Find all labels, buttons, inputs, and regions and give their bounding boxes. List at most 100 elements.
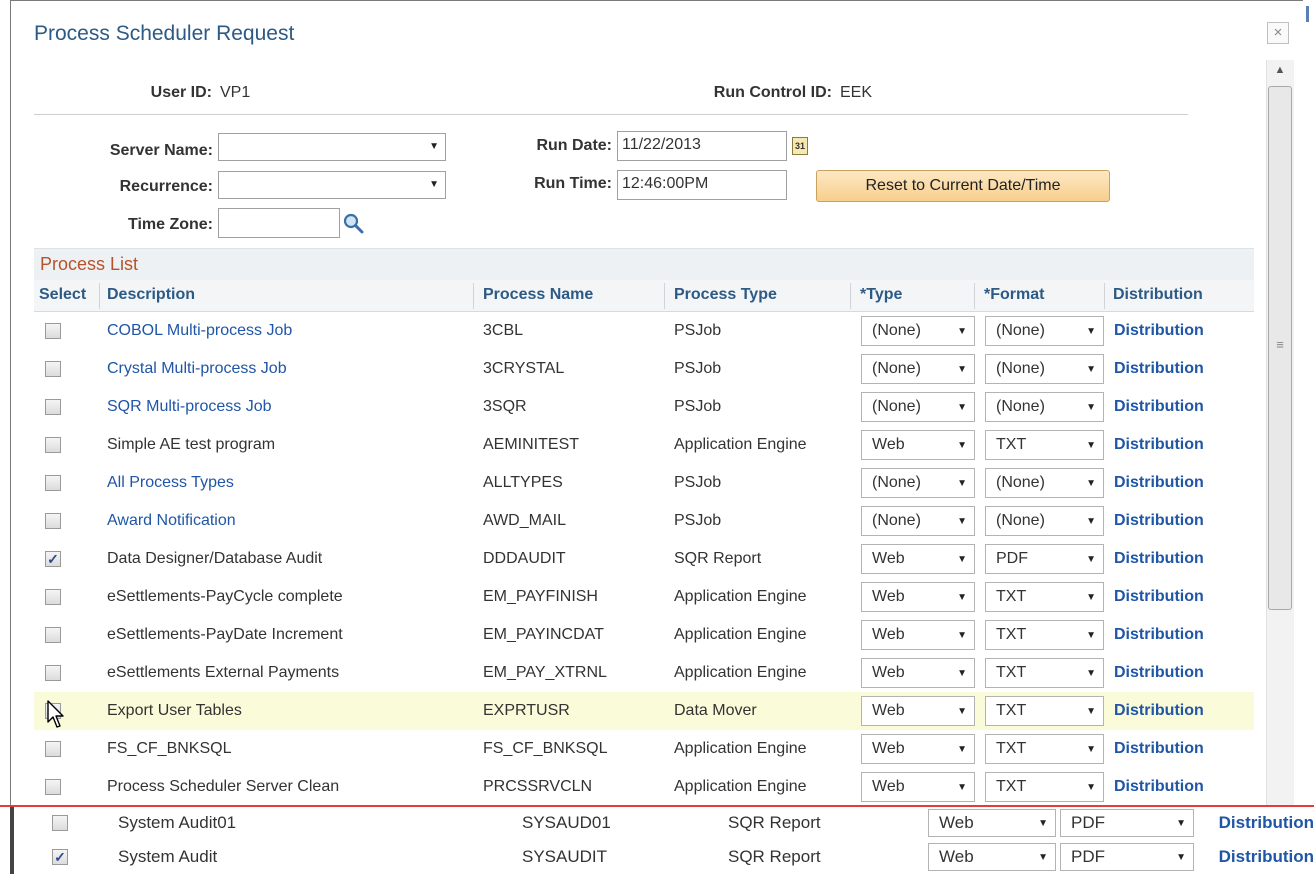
type-value: (None) (872, 398, 921, 415)
recurrence-select[interactable]: ▼ (218, 171, 446, 199)
format-value: PDF (996, 550, 1028, 567)
time-zone-input[interactable] (218, 208, 340, 238)
reset-to-current-date-time-button[interactable]: Reset to Current Date/Time (816, 170, 1110, 202)
distribution-link[interactable]: Distribution (1114, 322, 1204, 340)
type-select[interactable]: (None) ▼ (861, 316, 975, 346)
type-select[interactable]: Web ▼ (861, 734, 975, 764)
table-row: Award Notification AWD_MAIL PSJob (None) ▼ (N… (34, 502, 1254, 540)
process-description-link[interactable]: Crystal Multi-process Job (107, 360, 287, 378)
select-checkbox[interactable] (45, 589, 61, 605)
format-select[interactable]: (None) ▼ (985, 354, 1104, 384)
type-select[interactable]: (None) ▼ (861, 392, 975, 422)
column-process-name[interactable]: Process Name (483, 286, 593, 304)
distribution-link[interactable]: Distribution (1114, 360, 1204, 378)
format-select[interactable]: TXT ▼ (985, 772, 1104, 802)
distribution-link[interactable]: Distribution (1114, 512, 1204, 530)
mouse-cursor-icon (46, 700, 68, 735)
distribution-link[interactable]: Distribution (1114, 778, 1204, 796)
select-checkbox[interactable] (45, 665, 61, 681)
table-row: Simple AE test program AEMINITEST Applicat… (34, 426, 1254, 464)
process-type: PSJob (674, 512, 722, 529)
process-description-link[interactable]: Award Notification (107, 512, 236, 530)
select-checkbox[interactable] (45, 323, 61, 339)
close-button[interactable]: × (1267, 22, 1289, 44)
chevron-down-icon: ▼ (1086, 554, 1096, 565)
column-description[interactable]: Description (107, 286, 195, 304)
type-select[interactable]: Web ▼ (861, 620, 975, 650)
column-select: Select (39, 286, 87, 303)
format-select[interactable]: (None) ▼ (985, 506, 1104, 536)
format-select[interactable]: TXT ▼ (985, 582, 1104, 612)
type-select[interactable]: (None) ▼ (861, 354, 975, 384)
select-checkbox[interactable] (45, 627, 61, 643)
calendar-icon[interactable]: 31 (792, 137, 808, 155)
select-checkbox[interactable] (45, 437, 61, 453)
column-separator (1104, 283, 1105, 309)
format-select[interactable]: PDF ▼ (985, 544, 1104, 574)
format-select[interactable]: TXT ▼ (985, 620, 1104, 650)
format-select[interactable]: (None) ▼ (985, 392, 1104, 422)
chevron-down-icon: ▼ (957, 326, 967, 337)
distribution-link[interactable]: Distribution (1114, 702, 1204, 720)
type-select[interactable]: Web ▼ (861, 544, 975, 574)
distribution-link[interactable]: Distribution (1219, 847, 1314, 867)
format-select[interactable]: PDF ▼ (1060, 809, 1194, 837)
select-checkbox[interactable] (45, 361, 61, 377)
distribution-link[interactable]: Distribution (1114, 626, 1204, 644)
server-name-label: Server Name: (109, 142, 213, 159)
select-checkbox[interactable] (45, 399, 61, 415)
select-checkbox[interactable] (45, 779, 61, 795)
process-description: eSettlements-PayCycle complete (107, 588, 343, 605)
run-control-id-label: Run Control ID: (713, 84, 832, 101)
type-select[interactable]: (None) ▼ (861, 506, 975, 536)
select-checkbox[interactable]: ✓ (52, 849, 68, 865)
format-select[interactable]: PDF ▼ (1060, 843, 1194, 871)
process-description-link[interactable]: COBOL Multi-process Job (107, 322, 292, 340)
select-checkbox[interactable] (45, 741, 61, 757)
format-select[interactable]: TXT ▼ (985, 658, 1104, 688)
format-select[interactable]: (None) ▼ (985, 468, 1104, 498)
distribution-link[interactable]: Distribution (1114, 664, 1204, 682)
type-select[interactable]: Web ▼ (928, 843, 1056, 871)
process-description: Data Designer/Database Audit (107, 550, 323, 567)
run-date-input[interactable]: 11/22/2013 (617, 131, 787, 161)
type-select[interactable]: Web ▼ (861, 430, 975, 460)
table-row: Crystal Multi-process Job 3CRYSTAL PSJob (N… (34, 350, 1254, 388)
distribution-link[interactable]: Distribution (1114, 474, 1204, 492)
distribution-link[interactable]: Distribution (1114, 398, 1204, 416)
column-process-type[interactable]: Process Type (674, 286, 777, 304)
format-select[interactable]: TXT ▼ (985, 430, 1104, 460)
type-select[interactable]: Web ▼ (928, 809, 1056, 837)
process-name: SYSAUD01 (522, 813, 611, 832)
format-select[interactable]: TXT ▼ (985, 696, 1104, 726)
format-value: PDF (1071, 813, 1105, 832)
run-time-input[interactable]: 12:46:00PM (617, 170, 787, 200)
scroll-up-arrow-icon[interactable]: ▲ (1272, 60, 1288, 80)
select-checkbox[interactable] (45, 513, 61, 529)
type-select[interactable]: Web ▼ (861, 696, 975, 726)
server-name-select[interactable]: ▼ (218, 133, 446, 161)
type-select[interactable]: Web ▼ (861, 658, 975, 688)
type-select[interactable]: (None) ▼ (861, 468, 975, 498)
process-name: AWD_MAIL (483, 512, 566, 529)
process-description-link[interactable]: SQR Multi-process Job (107, 398, 272, 416)
select-checkbox[interactable] (45, 475, 61, 491)
format-select[interactable]: TXT ▼ (985, 734, 1104, 764)
column-type[interactable]: *Type (860, 286, 902, 304)
distribution-link[interactable]: Distribution (1114, 740, 1204, 758)
chevron-down-icon: ▼ (1176, 852, 1186, 863)
distribution-link[interactable]: Distribution (1114, 550, 1204, 568)
type-select[interactable]: Web ▼ (861, 772, 975, 802)
distribution-link[interactable]: Distribution (1114, 588, 1204, 606)
type-value: Web (872, 550, 905, 567)
format-value: TXT (996, 664, 1027, 681)
distribution-link[interactable]: Distribution (1114, 436, 1204, 454)
select-checkbox[interactable] (52, 815, 68, 831)
search-icon[interactable] (342, 212, 364, 239)
select-checkbox[interactable]: ✓ (45, 551, 61, 567)
process-description-link[interactable]: All Process Types (107, 474, 234, 492)
column-format[interactable]: *Format (984, 286, 1044, 304)
type-select[interactable]: Web ▼ (861, 582, 975, 612)
distribution-link[interactable]: Distribution (1219, 813, 1314, 833)
format-select[interactable]: (None) ▼ (985, 316, 1104, 346)
